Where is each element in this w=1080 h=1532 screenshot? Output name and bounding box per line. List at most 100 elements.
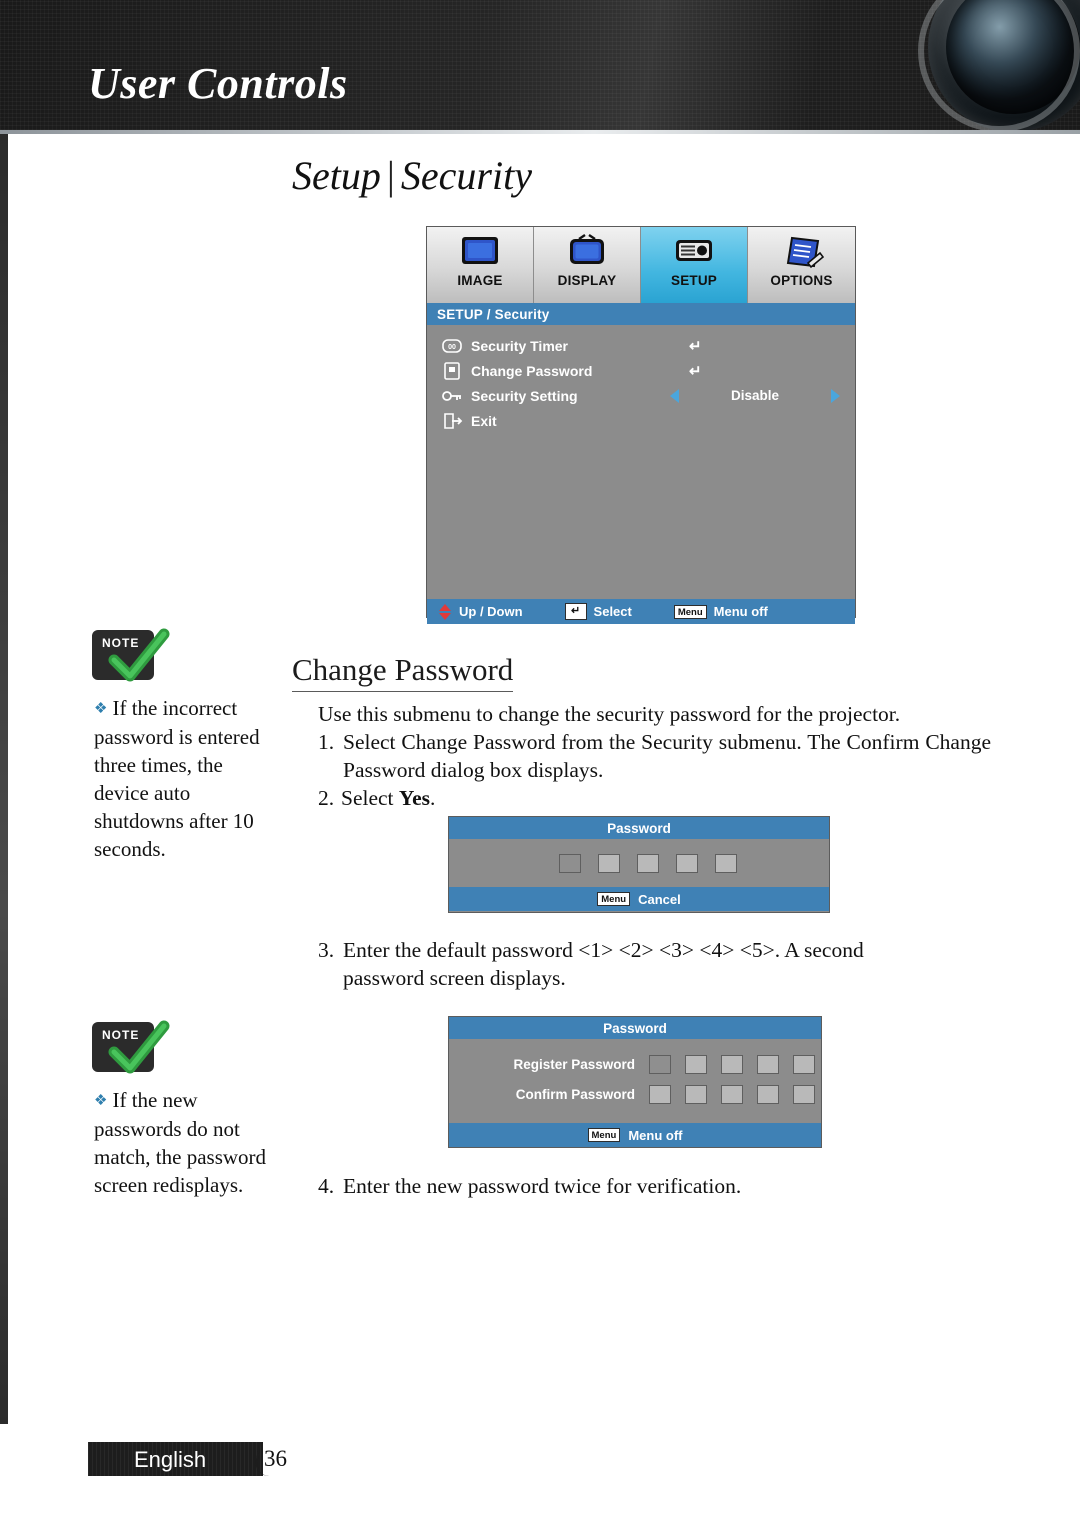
osd-row-exit[interactable]: Exit [427,408,855,433]
osd-row-security-setting-value: Disable [730,388,780,403]
osd-row-security-timer-label: Security Timer [471,337,569,354]
footer-language-label: English [134,1447,207,1472]
osd-row-security-setting-value-group[interactable]: Disable [670,388,840,403]
osd-row-security-setting[interactable]: Security Setting Disable [427,383,855,408]
step-4-number: 4. [318,1174,335,1198]
password-dialog-1: Password Menu Cancel [448,816,830,913]
step-2-bold: Yes [398,786,430,810]
osd-footer-menu-off: Menu Menu off [673,604,768,619]
note-text-2-body: If the new passwords do not match, the p… [94,1088,267,1197]
note-bullet-icon-2: ❖ [94,1093,108,1109]
osd-menu-body: 00 Security Timer ↵ Change Password ↵ Se… [427,333,855,599]
osd-footer-updown: Up / Down [439,603,523,620]
page-footer: English 36 [88,1442,301,1476]
osd-tab-setup[interactable]: SETUP [641,227,748,303]
display-tv-icon [570,234,604,264]
osd-row-change-password[interactable]: Change Password ↵ [427,358,855,383]
osd-row-change-password-label: Change Password [471,362,593,379]
section-intro: Use this submenu to change the security … [318,702,901,726]
password-box[interactable] [721,1084,743,1104]
osd-tab-display-label: DISPLAY [557,273,617,288]
confirm-password-label: Confirm Password [515,1086,635,1102]
password-dialog-1-cancel-label[interactable]: Cancel [638,892,681,907]
step-2-text: Select Yes. [341,784,741,812]
osd-row-security-timer[interactable]: 00 Security Timer ↵ [427,333,855,358]
menu-key-icon: Menu [597,892,631,906]
key-icon [441,387,463,405]
header-underline [0,130,1080,134]
page-title: Setup | Security [292,152,532,199]
password-box[interactable] [757,1054,779,1074]
section-heading: Change Password [292,652,514,692]
osd-tab-image[interactable]: IMAGE [427,227,534,303]
check-mark-icon [108,628,170,682]
osd-row-change-password-enter-icon[interactable]: ↵ [689,362,702,380]
step-1-number: 1. [318,730,335,754]
password-box[interactable] [598,853,620,873]
confirm-password-row[interactable]: Confirm Password [449,1079,821,1109]
password-box[interactable] [793,1054,815,1074]
page-title-separator: | [386,153,395,198]
osd-tab-options-label: OPTIONS [770,273,833,288]
exit-icon [441,412,463,430]
password-dialog-1-footer: Menu Cancel [449,887,829,911]
menu-key-icon: Menu [587,1128,621,1142]
password-box[interactable] [649,1084,671,1104]
password-dialog-2: Password Register Password Confirm Passw… [448,1016,822,1148]
note-text-1-body: If the incorrect password is entered thr… [94,696,260,861]
password-box[interactable] [649,1054,671,1074]
menu-key-icon: Menu [673,604,707,619]
osd-menu-screenshot: IMAGE DISPLAY SETUP OPTIONS SETUP / Secu… [426,226,856,624]
password-dialog-1-boxes[interactable] [449,839,829,887]
osd-row-exit-label: Exit [471,412,497,429]
note-bullet-icon-1: ❖ [94,701,108,717]
step-2-prefix: Select [341,786,399,810]
svg-text:00: 00 [448,344,456,351]
note-text-2: ❖ If the new passwords do not match, the … [94,1086,282,1199]
osd-footer-bar: Up / Down ↵ Select Menu Menu off [427,599,855,624]
password-dialog-1-title: Password [449,817,829,839]
step-3-number: 3. [318,938,335,962]
osd-row-security-timer-enter-icon[interactable]: ↵ [689,337,702,355]
page-title-left: Setup [292,153,381,198]
register-password-label: Register Password [513,1056,635,1072]
osd-tab-image-label: IMAGE [457,273,503,288]
note-badge-1: NOTE [92,622,180,696]
page-title-right: Security [400,153,532,198]
step-4-text: Enter the new password twice for verific… [343,1174,742,1198]
page-header-title: User Controls [88,59,348,108]
register-password-row[interactable]: Register Password [449,1049,821,1079]
password-box[interactable] [685,1054,707,1074]
password-box[interactable] [637,853,659,873]
osd-breadcrumb: SETUP / Security [427,303,855,325]
step-3-text: Enter the default password <1> <2> <3> <… [343,938,864,990]
left-edge-rail [0,134,8,1424]
check-mark-icon-2 [108,1020,170,1074]
password-dialog-2-menu-off-label[interactable]: Menu off [628,1128,682,1143]
osd-tab-bar: IMAGE DISPLAY SETUP OPTIONS [427,227,855,303]
password-box[interactable] [721,1054,743,1074]
timer-icon: 00 [441,337,463,355]
osd-tab-display[interactable]: DISPLAY [534,227,641,303]
osd-footer-updown-label: Up / Down [459,604,523,619]
password-box[interactable] [715,853,737,873]
osd-tab-options[interactable]: OPTIONS [748,227,855,303]
footer-page-number: 36 [264,1446,287,1471]
options-clipboard-icon [786,236,824,269]
step-2-suffix: . [429,786,436,810]
left-arrow-icon[interactable] [670,388,679,403]
osd-footer-select: ↵ Select [564,603,632,620]
image-icon [462,237,498,264]
password-box[interactable] [757,1084,779,1104]
password-box[interactable] [793,1084,815,1104]
setup-slider-icon [676,240,712,261]
right-arrow-icon[interactable] [831,388,840,403]
up-down-arrows-icon [439,603,452,620]
password-box[interactable] [559,853,581,873]
password-dialog-2-footer: Menu Menu off [449,1123,821,1147]
step-2-number: 2. [318,786,335,810]
password-box[interactable] [676,853,698,873]
osd-footer-menu-off-label: Menu off [713,604,768,619]
note-text-1: ❖ If the incorrect password is entered th… [94,694,282,863]
password-box[interactable] [685,1084,707,1104]
